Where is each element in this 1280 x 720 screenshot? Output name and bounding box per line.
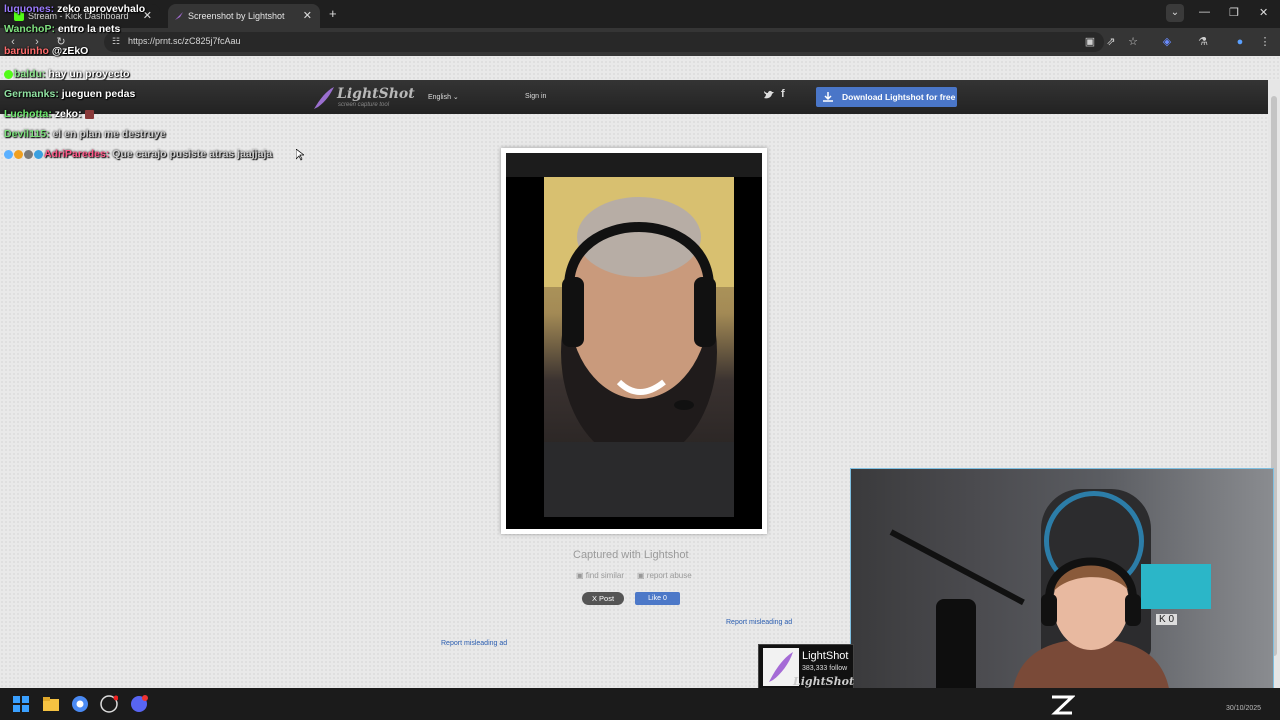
site-info-icon[interactable]: ☷ [112, 36, 122, 46]
windows-start-icon[interactable] [12, 695, 30, 713]
chat-message: luquones: zeko aprovevhalo [4, 3, 146, 15]
emote-icon [84, 109, 94, 119]
sub-badge-icon [14, 149, 23, 159]
new-tab-button[interactable]: + [329, 6, 337, 21]
follow-widget-brand: LightShot [793, 675, 855, 688]
screenshot-video-frame [544, 177, 734, 517]
lightshot-logo-text[interactable]: LightShot [337, 86, 415, 102]
gem-badge-icon [34, 149, 43, 159]
facebook-icon[interactable]: f [781, 88, 785, 100]
download-icon [823, 92, 833, 102]
download-lightshot-button[interactable]: Download Lightshot for free [816, 87, 957, 107]
keypad-sign: K 0 [1156, 614, 1178, 625]
extension-icon[interactable]: ◈ [1160, 35, 1174, 49]
bookmark-icon[interactable]: ☆ [1126, 35, 1140, 49]
minimize-icon[interactable]: — [1199, 6, 1210, 18]
url-text: https://prnt.sc/zC825j7fcAau [128, 36, 241, 46]
discord-icon[interactable] [130, 695, 148, 713]
chrome-icon[interactable] [71, 695, 89, 713]
report-abuse-link[interactable]: ▣ report abuse [637, 571, 692, 580]
x-post-button[interactable]: X Post [582, 592, 624, 605]
share-icon[interactable]: ⇗ [1104, 35, 1118, 49]
feather-favicon-icon [175, 12, 183, 20]
lightshot-logo-subtitle: screen capture tool [338, 102, 390, 108]
menu-icon[interactable]: ⋮ [1258, 35, 1272, 49]
report-misleading-ad-link[interactable]: Report misleading ad [441, 640, 507, 647]
lightshot-follow-widget[interactable]: LightShot 383,333 follow LightShot [758, 644, 854, 690]
screenshot-topbar [506, 153, 762, 177]
sword-badge-icon [4, 149, 13, 159]
download-button-label: Download Lightshot for free [842, 92, 956, 102]
chat-message: AdriParedes: Que carajo pusiste atras ja… [4, 148, 272, 160]
taskbar-date: 30/10/2025 [1226, 705, 1262, 712]
person-with-headset-image [544, 177, 734, 517]
language-select[interactable]: English ⌄ [428, 93, 459, 101]
obs-icon[interactable] [100, 695, 118, 713]
profile-icon[interactable]: ● [1233, 35, 1247, 49]
tab-lightshot[interactable]: Screenshot by Lightshot ✕ [168, 4, 320, 28]
address-bar[interactable]: ☷ https://prnt.sc/zC825j7fcAau [104, 32, 1104, 52]
chat-message: Luchotta: zeko: [4, 108, 95, 120]
gift-badge-icon [24, 149, 33, 159]
tab-search-dropdown-icon[interactable]: ⌄ [1166, 4, 1184, 22]
chat-message: WanchoP: entro la nets [4, 23, 121, 35]
maximize-icon[interactable]: ❐ [1229, 6, 1239, 19]
browser-toolbar: ‹ › ↻ ☷ https://prnt.sc/zC825j7fcAau ▣ ⇗… [0, 28, 1280, 56]
twitter-icon[interactable] [763, 89, 775, 101]
tab-title: Screenshot by Lightshot [188, 11, 285, 21]
verified-badge-icon [4, 69, 13, 79]
lightshot-header: LightShot screen capture tool English ⌄ … [0, 80, 1268, 114]
screenshot-icon[interactable]: ▣ [1083, 35, 1097, 49]
browser-tab-bar: Stream - Kick Dashboard ✕ Screenshot by … [0, 0, 1280, 28]
screenshot-frame [501, 148, 767, 534]
screenshot-image[interactable] [506, 153, 762, 529]
captured-with-lightshot-text: Captured with Lightshot [573, 549, 689, 561]
file-explorer-icon[interactable] [42, 695, 60, 713]
chat-message: baruinho @zEkO [4, 45, 89, 57]
facebook-like-button[interactable]: Like 0 [635, 592, 680, 605]
find-similar-link[interactable]: ▣ find similar [576, 571, 624, 580]
chat-message: baldu: hay un proyecto [4, 68, 130, 80]
report-misleading-ad-link[interactable]: Report misleading ad [726, 619, 792, 626]
window-close-icon[interactable]: ✕ [1259, 6, 1268, 19]
tab-close-icon[interactable]: ✕ [303, 9, 312, 22]
follow-widget-name: LightShot [802, 650, 849, 662]
chat-message: Germanks: jueguen pedas [4, 88, 136, 100]
mouse-cursor-icon [296, 149, 304, 161]
streamer-image [1011, 557, 1171, 709]
flask-icon[interactable]: ⚗ [1196, 35, 1210, 49]
chat-message: Devil115: el en plan me destruye [4, 128, 166, 140]
sign-in-link[interactable]: Sign in [525, 93, 546, 100]
windows-taskbar: 30/10/2025 [0, 688, 1280, 720]
stream-logo-icon [1051, 695, 1075, 715]
follow-widget-count: 383,333 follow [802, 665, 848, 672]
webcam-overlay: K 0 [850, 468, 1274, 710]
